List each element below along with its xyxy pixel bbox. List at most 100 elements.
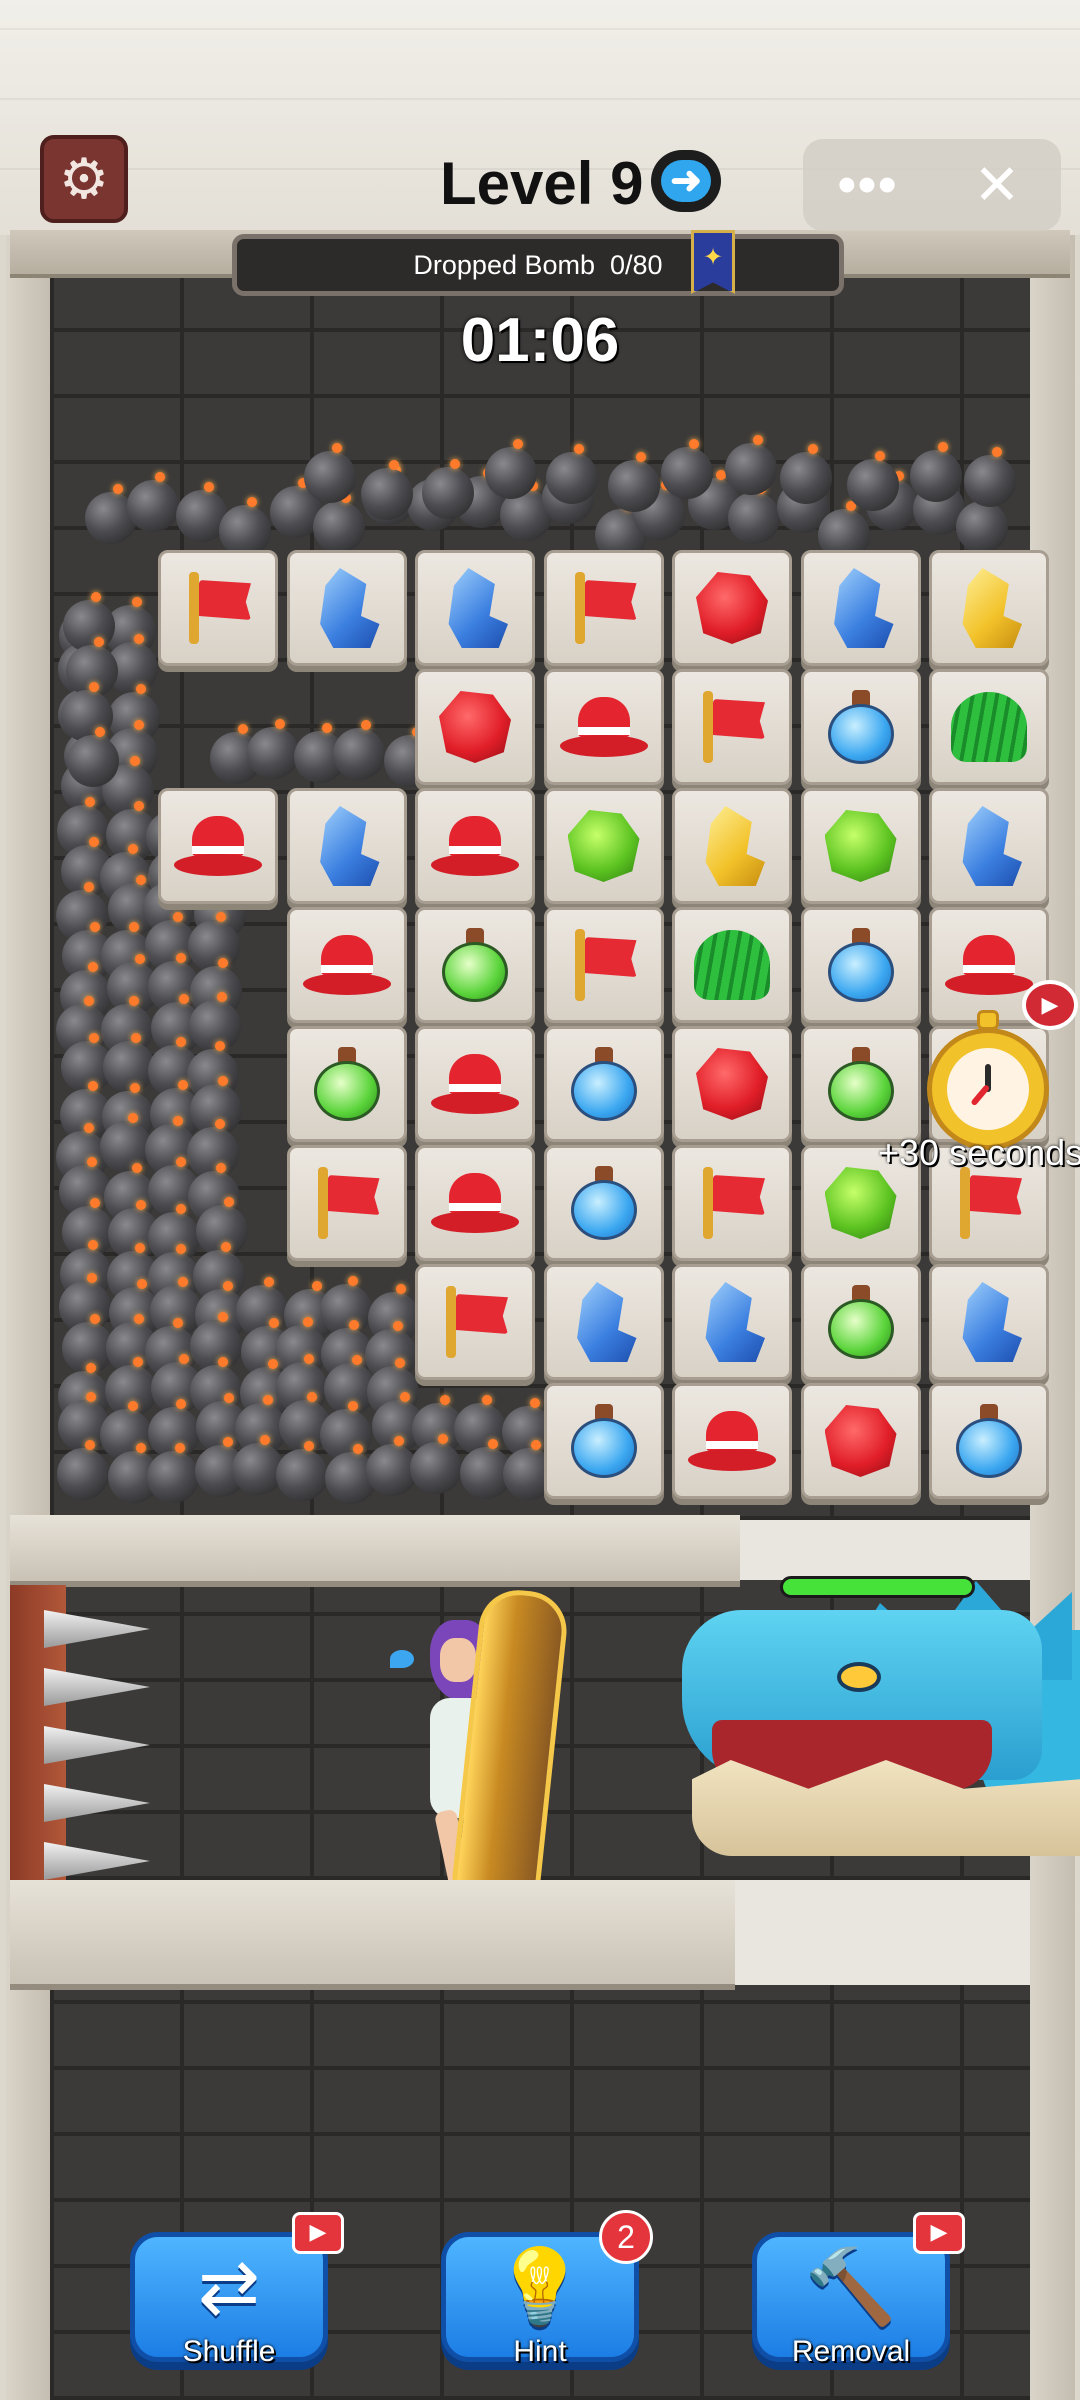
tile-emerald[interactable] bbox=[800, 788, 921, 904]
tile-blue-crystal[interactable] bbox=[415, 550, 535, 666]
tile-flag[interactable] bbox=[543, 550, 664, 666]
shuffle-icon: ⇄ bbox=[197, 2245, 260, 2328]
next-level-button[interactable]: ➜ bbox=[651, 150, 721, 212]
ruby-icon bbox=[696, 1048, 768, 1120]
objective-label: Dropped Bomb 0/80 bbox=[413, 249, 663, 280]
bomb-icon bbox=[607, 451, 660, 512]
tile-red-hat[interactable] bbox=[286, 907, 407, 1023]
flag-icon bbox=[954, 1167, 1024, 1239]
red-hat-icon bbox=[559, 697, 648, 757]
tile-blue-potion[interactable] bbox=[543, 1383, 664, 1499]
ruby-icon bbox=[696, 572, 768, 644]
red-hat-icon bbox=[431, 1054, 519, 1114]
tile-blue-crystal[interactable] bbox=[800, 550, 921, 666]
tile-red-hat[interactable] bbox=[415, 788, 535, 904]
tile-blue-crystal[interactable] bbox=[672, 1264, 792, 1380]
tile-blue-potion[interactable] bbox=[543, 1145, 664, 1261]
tile-blue-crystal[interactable] bbox=[286, 550, 407, 666]
close-icon[interactable]: ✕ bbox=[933, 157, 1061, 213]
hammer-icon: 🔨 bbox=[804, 2245, 898, 2328]
tile-red-hat[interactable] bbox=[158, 788, 278, 904]
flag-icon bbox=[183, 572, 253, 644]
tile-blue-potion[interactable] bbox=[543, 1026, 664, 1142]
tile-gold-crystal[interactable] bbox=[672, 788, 792, 904]
tile-red-hat[interactable] bbox=[415, 1026, 535, 1142]
green-shell-icon bbox=[951, 692, 1027, 762]
tile-flag[interactable] bbox=[158, 550, 278, 666]
tile-blue-potion[interactable] bbox=[800, 669, 921, 785]
tile-red-hat[interactable] bbox=[672, 1383, 792, 1499]
red-hat-icon bbox=[302, 935, 391, 995]
bomb-icon bbox=[333, 719, 386, 780]
tile-red-hat[interactable] bbox=[415, 1145, 535, 1261]
red-hat-icon bbox=[688, 1411, 776, 1471]
tile-flag[interactable] bbox=[415, 1264, 535, 1380]
tile-blue-potion[interactable] bbox=[800, 907, 921, 1023]
red-hat-icon bbox=[431, 1173, 519, 1233]
gold-crystal-icon bbox=[962, 568, 1022, 648]
tile-gold-crystal[interactable] bbox=[929, 550, 1049, 666]
settings-button[interactable]: ⚙ bbox=[40, 135, 128, 223]
tile-green-potion[interactable] bbox=[800, 1264, 921, 1380]
tile-blue-crystal[interactable] bbox=[929, 788, 1049, 904]
emerald-icon bbox=[824, 1167, 897, 1239]
enemy-health-bar bbox=[780, 1576, 975, 1598]
blue-potion-icon bbox=[956, 1404, 1022, 1478]
green-potion-icon bbox=[442, 928, 508, 1002]
arrow-right-icon: ➜ bbox=[661, 160, 711, 202]
blue-crystal-icon bbox=[834, 568, 894, 648]
bomb-icon bbox=[61, 682, 114, 742]
green-potion-icon bbox=[827, 1285, 894, 1359]
tile-green-potion[interactable] bbox=[800, 1026, 921, 1142]
ruby-icon bbox=[824, 1405, 897, 1477]
objective-bar: Dropped Bomb 0/80 bbox=[232, 234, 844, 296]
green-potion-icon bbox=[313, 1047, 380, 1121]
bomb-icon bbox=[247, 718, 300, 779]
tile-blue-crystal[interactable] bbox=[929, 1264, 1049, 1380]
tile-flag[interactable] bbox=[672, 669, 792, 785]
tile-blue-crystal[interactable] bbox=[286, 788, 407, 904]
emerald-icon bbox=[824, 810, 897, 882]
tile-green-potion[interactable] bbox=[415, 907, 535, 1023]
green-potion-icon bbox=[827, 1047, 894, 1121]
emerald-icon bbox=[567, 810, 640, 882]
tile-ruby[interactable] bbox=[672, 550, 792, 666]
enemy-health-fill bbox=[783, 1579, 972, 1595]
heroine-character bbox=[390, 1586, 610, 1914]
hint-label: Hint bbox=[513, 2335, 567, 2368]
countdown-timer: 01:06 bbox=[460, 306, 620, 375]
tile-flag[interactable] bbox=[543, 907, 664, 1023]
removal-label: Removal bbox=[791, 2335, 911, 2368]
tile-blue-crystal[interactable] bbox=[543, 1264, 664, 1380]
stopwatch-icon[interactable] bbox=[925, 1010, 1055, 1150]
red-hat-icon bbox=[431, 816, 519, 876]
tile-ruby[interactable] bbox=[672, 1026, 792, 1142]
more-dots-icon[interactable]: ••• bbox=[803, 159, 933, 211]
tile-blue-potion[interactable] bbox=[929, 1383, 1049, 1499]
tile-green-potion[interactable] bbox=[286, 1026, 407, 1142]
tile-ruby[interactable] bbox=[800, 1383, 921, 1499]
tile-emerald[interactable] bbox=[543, 788, 664, 904]
flag-icon bbox=[697, 691, 767, 763]
video-icon: ▶ bbox=[1022, 980, 1078, 1030]
tile-flag[interactable] bbox=[286, 1145, 407, 1261]
bomb-icon bbox=[728, 484, 781, 544]
tile-green-shell[interactable] bbox=[929, 669, 1049, 785]
miniprogram-capsule: ••• ✕ bbox=[803, 139, 1061, 231]
hint-count-badge: 2 bbox=[599, 2210, 653, 2264]
tile-flag[interactable] bbox=[672, 1145, 792, 1261]
blue-crystal-icon bbox=[320, 568, 380, 648]
tile-ruby[interactable] bbox=[415, 669, 535, 785]
tile-green-shell[interactable] bbox=[672, 907, 792, 1023]
sweat-drop-icon bbox=[390, 1650, 414, 1668]
flag-icon bbox=[697, 1167, 767, 1239]
tile-red-hat[interactable] bbox=[543, 669, 664, 785]
blue-potion-icon bbox=[570, 1047, 637, 1121]
blue-potion-icon bbox=[827, 928, 894, 1002]
blue-potion-icon bbox=[827, 690, 894, 764]
bomb-icon bbox=[410, 1433, 463, 1494]
lower-ledge bbox=[10, 1880, 735, 1990]
dragon-icon bbox=[652, 1570, 1080, 1890]
bomb-icon bbox=[127, 471, 180, 532]
bomb-icon bbox=[67, 727, 120, 787]
